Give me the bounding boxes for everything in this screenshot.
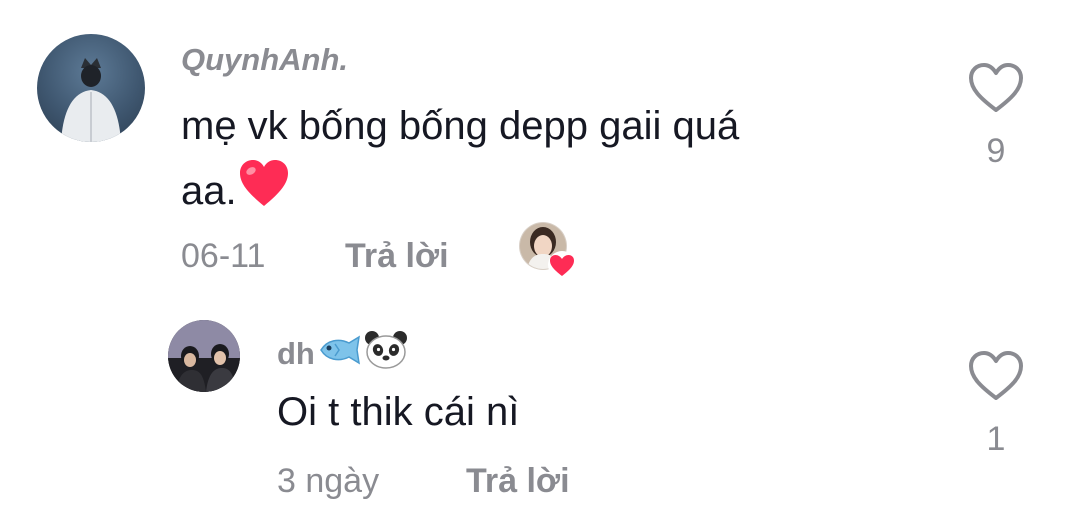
heart-icon xyxy=(548,251,576,279)
comment-text-line: aa. xyxy=(181,169,237,214)
fish-emoji-icon xyxy=(317,333,363,375)
comment-date: 3 ngày xyxy=(277,462,380,500)
heart-outline-icon xyxy=(969,351,1023,400)
comment-item: QuynhAnh. mẹ vk bống bống depp gaii quá … xyxy=(0,0,1080,290)
comment-date: 06-11 xyxy=(181,237,266,275)
heart-emoji-icon xyxy=(237,158,291,229)
like-count: 9 xyxy=(986,132,1006,170)
like-count: 1 xyxy=(986,420,1006,458)
panda-emoji-icon xyxy=(363,330,409,378)
comment-username[interactable]: dh xyxy=(277,330,409,378)
comment-username[interactable]: QuynhAnh. xyxy=(181,42,348,78)
comment-text-line: mẹ vk bống bống depp gaii quá xyxy=(181,104,740,148)
like-button[interactable] xyxy=(966,60,1026,121)
heart-outline-icon xyxy=(969,63,1023,112)
creator-liked-badge xyxy=(519,222,576,279)
avatar-image xyxy=(61,58,121,142)
avatar[interactable] xyxy=(168,320,240,392)
like-button[interactable] xyxy=(966,348,1026,409)
avatar[interactable] xyxy=(37,34,145,142)
comment-text: Oi t thik cái nì xyxy=(277,390,520,434)
username-text: dh xyxy=(277,336,315,371)
comment-text: mẹ vk bống bống depp gaii quá aa. xyxy=(181,94,941,229)
comment-text-line-2: aa. xyxy=(181,158,941,229)
reply-button[interactable]: Trả lời xyxy=(466,462,570,501)
reply-button[interactable]: Trả lời xyxy=(345,237,449,276)
avatar-image xyxy=(168,320,240,392)
comment-reply-item: dh Oi t thik cái nì 3 ngày Trả lời 1 xyxy=(0,290,1080,521)
